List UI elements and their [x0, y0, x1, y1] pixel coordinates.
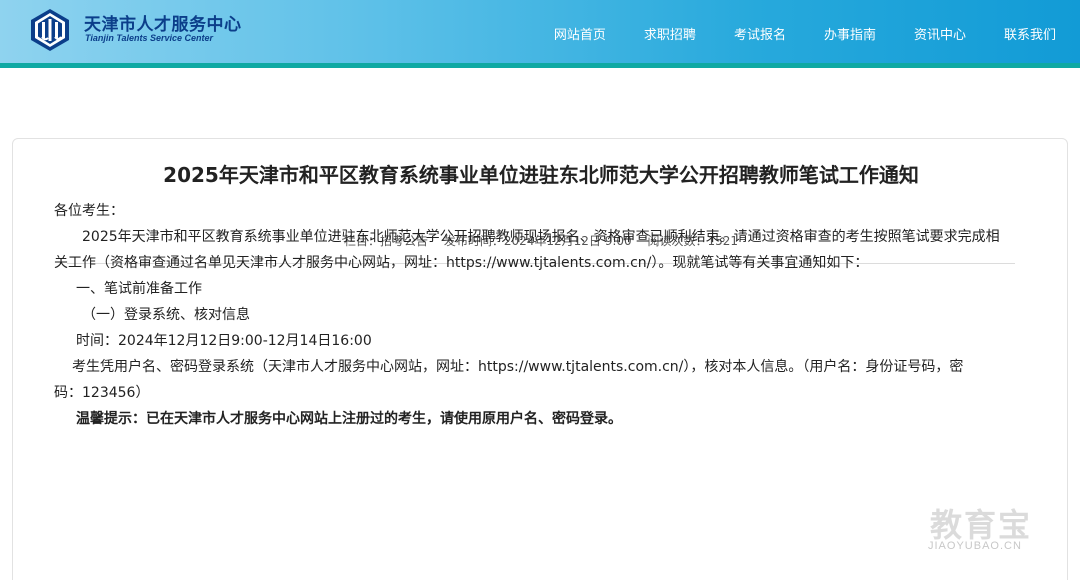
nav-service-guide[interactable]: 办事指南: [824, 24, 876, 43]
intro-paragraph-line2: 关工作（资格审查通过名单见天津市人才服务中心网站，网址：https://www.…: [54, 255, 869, 271]
warm-tip: 温馨提示：已在天津市人才服务中心网站上注册过的考生，请使用原用户名、密码登录。: [76, 411, 622, 427]
main-nav: 网站首页 求职招聘 考试报名 办事指南 资讯中心 联系我们: [516, 24, 1056, 43]
login-instruction-line2: 码：123456）: [54, 385, 150, 401]
logo-title-cn: 天津市人才服务中心: [84, 15, 242, 35]
nav-jobs[interactable]: 求职招聘: [644, 24, 696, 43]
article-body: 各位考生： 2025年天津市和平区教育系统事业单位进驻东北师范大学公开招聘教师现…: [54, 198, 1004, 432]
header-accent-bar: [0, 63, 1080, 68]
login-time: 时间：2024年12月12日9:00-12月14日16:00: [76, 333, 372, 349]
site-logo[interactable]: 天津市人才服务中心 Tianjin Talents Service Center: [28, 8, 288, 52]
login-instruction-line1: 考生凭用户名、密码登录系统（天津市人才服务中心网站，网址：https://www…: [72, 359, 964, 375]
logo-title-en: Tianjin Talents Service Center: [85, 33, 214, 43]
nav-news[interactable]: 资讯中心: [914, 24, 966, 43]
nav-exam-registration[interactable]: 考试报名: [734, 24, 786, 43]
watermark-en: JIAOYUBAO.CN: [928, 540, 1022, 552]
subsection-heading-1: （一）登录系统、核对信息: [82, 307, 250, 323]
intro-paragraph-line1: 2025年天津市和平区教育系统事业单位进驻东北师范大学公开招聘教师现场报名、资格…: [82, 229, 1000, 245]
greeting: 各位考生：: [54, 203, 124, 219]
section-heading-1: 一、笔试前准备工作: [76, 281, 202, 297]
nav-home[interactable]: 网站首页: [554, 24, 606, 43]
watermark: 教育宝 JIAOYUBAO.CN: [920, 500, 1070, 560]
article-title: 2025年天津市和平区教育系统事业单位进驻东北师范大学公开招聘教师笔试工作通知: [163, 163, 919, 187]
nav-contact[interactable]: 联系我们: [1004, 24, 1056, 43]
site-header: 天津市人才服务中心 Tianjin Talents Service Center…: [0, 0, 1080, 63]
logo-emblem-icon: [31, 9, 69, 51]
